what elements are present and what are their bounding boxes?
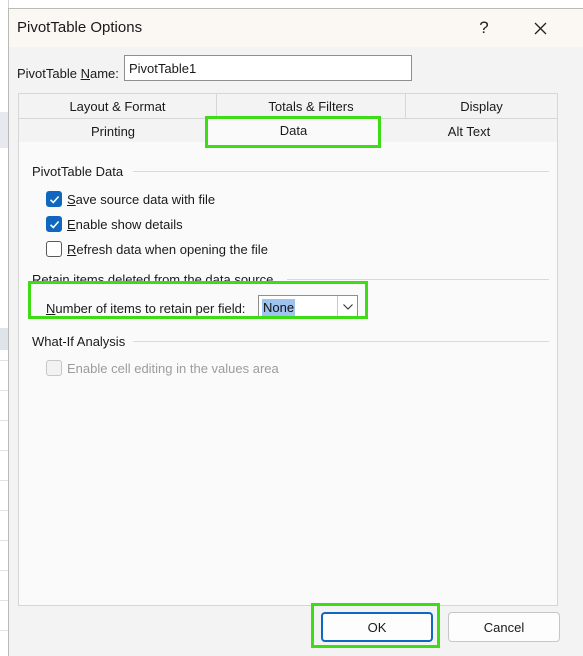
section-label-what-if: What-If Analysis xyxy=(32,334,126,349)
enable-cell-editing-checkbox[interactable] xyxy=(46,360,62,376)
section-divider xyxy=(287,279,549,280)
enable-show-details-label: Enable show details xyxy=(67,217,183,232)
enable-cell-editing-label: Enable cell editing in the values area xyxy=(67,361,279,376)
enable-show-details-checkbox[interactable] xyxy=(46,216,62,232)
title-bar: PivotTable Options ? xyxy=(9,9,583,47)
pivottable-name-label: PivotTable Name: xyxy=(17,66,119,81)
ok-button-highlight xyxy=(311,603,440,648)
close-icon xyxy=(534,22,546,34)
tab-printing[interactable]: Printing xyxy=(18,118,207,143)
tab-display[interactable]: Display xyxy=(405,93,558,118)
refresh-data-checkbox[interactable] xyxy=(46,241,62,257)
tab-layout-format[interactable]: Layout & Format xyxy=(18,93,216,118)
data-tab-panel: PivotTable Data Save source data with fi… xyxy=(18,142,558,606)
retain-field-highlight xyxy=(28,281,368,319)
save-source-data-label: Save source data with file xyxy=(67,192,216,207)
close-button[interactable] xyxy=(520,12,560,44)
checkmark-icon xyxy=(49,195,59,204)
section-divider xyxy=(133,341,549,342)
save-source-data-checkbox[interactable] xyxy=(46,191,62,207)
checkmark-icon xyxy=(49,220,59,229)
tab-totals-filters[interactable]: Totals & Filters xyxy=(216,93,405,118)
section-label-pivottable-data: PivotTable Data xyxy=(32,164,124,179)
cancel-button[interactable]: Cancel xyxy=(448,612,560,642)
refresh-data-label: Refresh data when opening the file xyxy=(67,242,268,257)
dialog-title: PivotTable Options xyxy=(17,19,143,36)
section-divider xyxy=(133,171,549,172)
data-tab-highlight xyxy=(205,116,381,148)
pivottable-options-dialog: PivotTable Options ? PivotTable Name: La… xyxy=(8,8,583,656)
help-button[interactable]: ? xyxy=(464,12,504,44)
help-icon: ? xyxy=(479,18,489,37)
pivottable-name-input[interactable] xyxy=(124,55,412,81)
tab-alt-text[interactable]: Alt Text xyxy=(380,118,558,143)
